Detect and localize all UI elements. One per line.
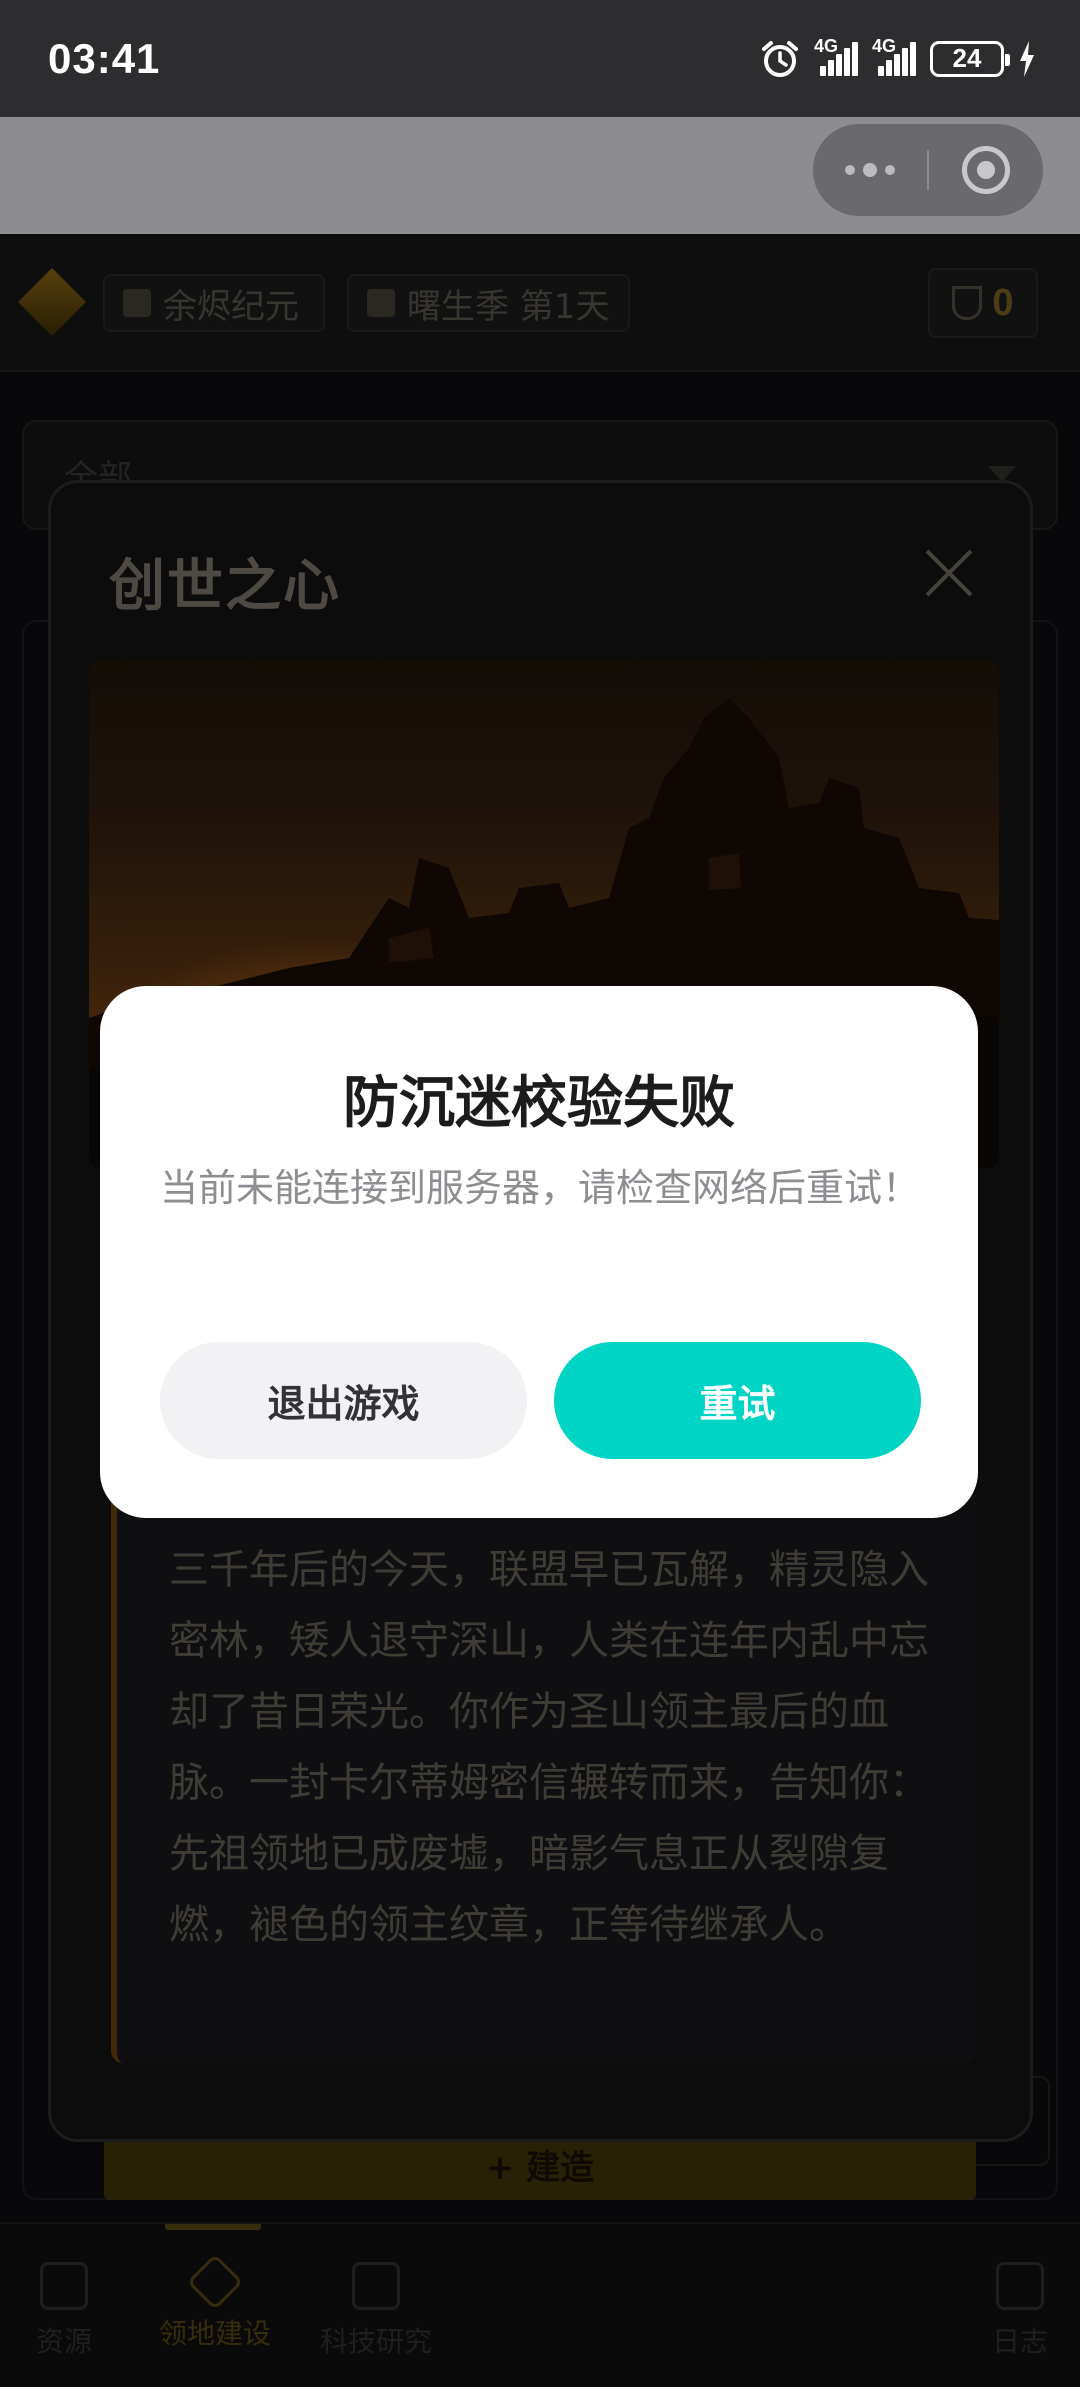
battery-icon: 24 <box>930 40 1010 77</box>
close-miniprogram-icon[interactable] <box>929 146 1043 194</box>
anti-addiction-error-dialog: 防沉迷校验失败 当前未能连接到服务器，请检查网络后重试！ 退出游戏 重试 <box>100 986 978 1518</box>
signal-1-icon: 4G <box>814 36 858 76</box>
status-icons: 4G 4G 24 <box>760 36 1036 79</box>
dialog-title: 防沉迷校验失败 <box>343 1071 735 1136</box>
battery-level: 24 <box>952 43 982 73</box>
charging-bolt-icon <box>1020 40 1034 77</box>
capsule-menu <box>813 124 1043 216</box>
exit-game-button[interactable]: 退出游戏 <box>160 1342 527 1459</box>
dialog-message: 当前未能连接到服务器，请检查网络后重试！ <box>160 1166 921 1210</box>
signal-2-icon: 4G <box>872 36 916 76</box>
network-2-label: 4G <box>872 35 897 56</box>
network-1-label: 4G <box>814 35 839 56</box>
retry-button[interactable]: 重试 <box>554 1342 921 1459</box>
miniprogram-title-bar <box>0 117 1080 234</box>
more-options-icon[interactable] <box>813 163 927 177</box>
alarm-icon <box>762 40 798 77</box>
status-bar: 03:41 4G 4G 24 <box>0 0 1080 117</box>
status-time: 03:41 <box>48 34 161 82</box>
